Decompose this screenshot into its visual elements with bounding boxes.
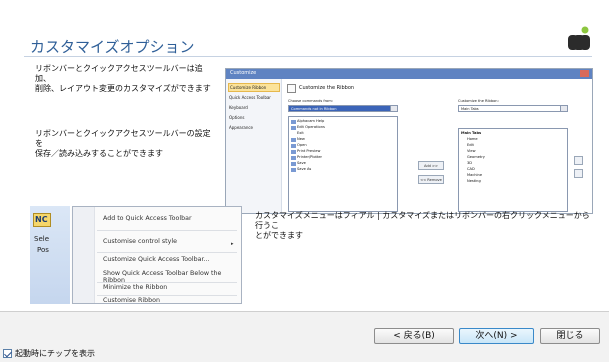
tree-item-3d: 3D [467, 161, 473, 165]
tree-item-view: View [467, 149, 476, 153]
save-load-description: リボンバーとクイックアクセスツールバーの設定を 保存／読み込みすることができます [35, 129, 211, 158]
tree-header: Main Tabs [461, 131, 482, 135]
open-icon [291, 144, 296, 148]
tree-item-home: Home [467, 137, 478, 141]
content-panel: カスタマイズオプション リボンバーとクイックアクセスツールバーは追加、 削除、レ… [0, 0, 609, 312]
nav-item-quick-access: Quick Access Toolbar [229, 95, 271, 100]
printer-icon [291, 156, 296, 160]
menu-separator [97, 282, 237, 283]
customize-heading: Customize the Ribbon [299, 85, 355, 91]
next-button[interactable]: 次へ(N) > [459, 328, 534, 344]
command-item: Open [297, 143, 307, 147]
new-icon [291, 138, 296, 142]
ribbon-edit-description: リボンバーとクイックアクセスツールバーは追加、 削除、レイアウト変更のカスタマイ… [35, 64, 211, 93]
ribbon-label: Sele [34, 235, 50, 243]
menu-item-minimize-ribbon: Minimize the Ribbon [103, 284, 168, 291]
command-item: Exit [297, 131, 304, 135]
tree-item-machine: Machine [467, 173, 483, 177]
command-item: Edit Operations [297, 125, 325, 129]
submenu-arrow-icon: ▸ [231, 241, 234, 247]
move-down-icon [574, 169, 583, 178]
nav-item-appearance: Appearance [229, 125, 254, 130]
help-icon [291, 120, 296, 124]
command-item: Printer/Plotter [297, 155, 323, 159]
customize-ribbon-value: Main Tabs [461, 107, 479, 111]
tree-item-edit: Edit [467, 143, 474, 147]
app-logo-icon [568, 26, 590, 50]
save-as-icon [291, 168, 296, 172]
nav-item-keyboard: Keyboard [229, 105, 248, 110]
move-up-icon [574, 156, 583, 165]
nav-item-customize-ribbon: Customize Ribbon [228, 83, 280, 92]
main-tabs-tree: Main Tabs Home Edit View Geometry 3D CAD… [458, 128, 568, 212]
choose-commands-value: Commands not in Ribbon [291, 107, 337, 111]
command-item: Alphacam Help [297, 119, 325, 123]
ribbon-context-menu: Add to Quick Access Toolbar Customise co… [72, 206, 242, 304]
customize-title: Customize [230, 70, 257, 76]
menu-separator [97, 252, 237, 253]
menu-gutter [73, 207, 95, 303]
customize-nav: Customize Ribbon Quick Access Toolbar Ke… [226, 79, 282, 213]
chevron-down-icon [390, 106, 397, 111]
choose-commands-label: Choose commands from: [288, 99, 333, 103]
close-icon [580, 70, 589, 77]
menu-separator [97, 295, 237, 296]
menu-hint-description: カスタマイズメニューはフィアル | カスタマイズまたはリボンバーの右クリックメニ… [255, 211, 590, 240]
customize-titlebar: Customize [226, 69, 592, 79]
title-divider [24, 56, 592, 57]
tree-item-cad: CAD [467, 167, 475, 171]
nav-item-options: Options [229, 115, 245, 120]
command-item: Print Preview [297, 149, 321, 153]
menu-item-add-to-qat: Add to Quick Access Toolbar [103, 215, 192, 222]
ribbon-icon [287, 84, 296, 93]
command-item: Save As [297, 167, 312, 171]
customize-ribbon-label: Customize the Ribbon: [458, 99, 499, 103]
command-item: Save [297, 161, 306, 165]
tips-window: カスタマイズオプション リボンバーとクイックアクセスツールバーは追加、 削除、レ… [0, 0, 609, 362]
chevron-down-icon [560, 106, 567, 111]
qat-badge: NC [35, 215, 48, 224]
remove-button: << Remove [418, 175, 444, 184]
tree-item-nesting: Nesting [467, 179, 481, 183]
back-button[interactable]: < 戻る(B) [374, 328, 454, 344]
close-button[interactable]: 閉じる [540, 328, 600, 344]
ribbon-strip: NC Sele Pos [30, 206, 70, 304]
menu-separator [97, 230, 237, 231]
save-icon [291, 162, 296, 166]
menu-item-customise-ribbon: Customise Ribbon [103, 297, 160, 304]
menu-item-customize-qat: Customize Quick Access Toolbar... [103, 256, 210, 263]
choose-commands-dropdown: Commands not in Ribbon [288, 105, 398, 112]
ribbon-label: Pos [37, 246, 49, 254]
add-button: Add >> [418, 161, 444, 170]
checkbox-checked-icon[interactable] [3, 348, 12, 358]
context-menu-screenshot: NC Sele Pos Add to Quick Access Toolbar … [30, 206, 242, 304]
quick-access-icon: NC [33, 213, 51, 227]
tree-item-geometry: Geometry [467, 155, 485, 159]
show-tips-checkbox[interactable]: 起動時にチップを表示 [3, 347, 95, 359]
commands-list: Alphacam Help Edit Operations Exit New O… [288, 116, 398, 212]
print-preview-icon [291, 150, 296, 154]
show-tips-label: 起動時にチップを表示 [15, 348, 95, 358]
edit-icon [291, 126, 296, 130]
menu-item-control-style: Customise control style [103, 238, 177, 245]
command-item: New [297, 137, 305, 141]
page-title: カスタマイズオプション [30, 38, 195, 56]
customize-dialog-screenshot: Customize Customize Ribbon Quick Access … [225, 68, 593, 214]
customize-ribbon-dropdown: Main Tabs [458, 105, 568, 112]
